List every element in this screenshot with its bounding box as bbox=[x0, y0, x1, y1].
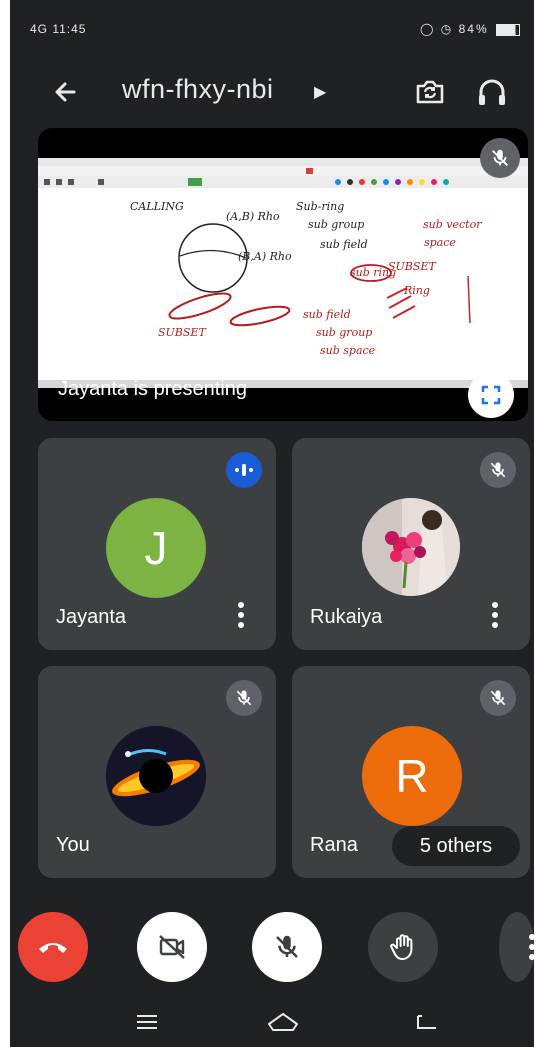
slide-word: (B,A) Rho bbox=[238, 250, 292, 263]
status-bar: 4G 11:45 ◯ ◷ 84% bbox=[10, 0, 534, 56]
home-button[interactable] bbox=[266, 1010, 300, 1034]
presentation-tile[interactable]: CALLING (A,B) Rho (B,A) Rho Sub-ring sub… bbox=[38, 128, 528, 421]
participant-name: Rana bbox=[310, 834, 358, 856]
slide-word: SUBSET bbox=[388, 260, 437, 273]
slide-word: sub field bbox=[303, 308, 351, 321]
hang-up-icon bbox=[39, 943, 67, 953]
raise-hand-button[interactable] bbox=[368, 912, 438, 982]
mic-off-icon bbox=[236, 690, 252, 706]
participant-tile[interactable]: Rukaiya bbox=[292, 438, 530, 650]
presenting-label: Jayanta is presenting bbox=[58, 378, 248, 400]
slide-word: sub group bbox=[316, 326, 372, 339]
switch-camera-button[interactable] bbox=[410, 72, 450, 112]
slide-word: Sub-ring bbox=[296, 200, 344, 213]
switch-camera-icon bbox=[416, 80, 444, 104]
end-call-button[interactable] bbox=[10, 912, 96, 982]
speaking-indicator bbox=[226, 452, 262, 488]
participant-menu-button[interactable] bbox=[492, 602, 498, 630]
participant-name: Rukaiya bbox=[310, 606, 383, 628]
system-nav-bar bbox=[10, 1000, 534, 1047]
slide-word: sub space bbox=[320, 344, 376, 357]
meeting-code[interactable]: wfn-fhxy-nbi bbox=[122, 74, 274, 105]
battery-level: 84% bbox=[458, 22, 489, 36]
headset-status-icon: ◯ bbox=[420, 22, 436, 36]
avatar: R bbox=[362, 726, 462, 826]
muted-badge bbox=[226, 680, 262, 716]
participant-menu-button[interactable] bbox=[238, 602, 244, 630]
more-vert-icon bbox=[529, 934, 534, 960]
slide-word: (A,B) Rho bbox=[226, 210, 280, 223]
whiteboard-drawing: CALLING (A,B) Rho (B,A) Rho Sub-ring sub… bbox=[38, 158, 528, 388]
recent-apps-button[interactable] bbox=[136, 1014, 158, 1030]
mic-off-icon bbox=[490, 462, 506, 478]
flowers-photo-icon bbox=[362, 498, 460, 596]
meeting-header: wfn-fhxy-nbi ▶ bbox=[10, 62, 534, 118]
arrow-left-icon bbox=[55, 82, 76, 102]
slide-word: Ring bbox=[403, 284, 430, 297]
mic-off-icon bbox=[492, 149, 508, 166]
slide-word: sub group bbox=[308, 218, 364, 231]
camera-off-icon bbox=[159, 935, 185, 959]
slide-word: CALLING bbox=[130, 200, 184, 213]
muted-badge bbox=[480, 452, 516, 488]
headphones-icon bbox=[479, 79, 505, 105]
back-button[interactable] bbox=[46, 72, 86, 112]
others-count-button[interactable]: 5 others bbox=[392, 826, 520, 866]
menu-icon bbox=[137, 1015, 157, 1029]
status-left: 4G 11:45 bbox=[30, 22, 87, 36]
fullscreen-button[interactable] bbox=[468, 372, 514, 418]
participant-tile[interactable]: J Jayanta bbox=[38, 438, 276, 650]
battery-icon bbox=[496, 23, 520, 36]
black-hole-icon bbox=[106, 726, 206, 826]
audio-output-button[interactable] bbox=[472, 72, 512, 112]
hand-icon bbox=[390, 934, 413, 960]
participant-name: You bbox=[56, 834, 90, 856]
status-right: ◯ ◷ 84% bbox=[420, 22, 520, 36]
home-icon bbox=[268, 1013, 298, 1031]
presenter-muted-badge bbox=[480, 138, 520, 178]
nav-back-button[interactable] bbox=[414, 1012, 438, 1032]
audio-wave-icon bbox=[235, 464, 253, 476]
more-options-button[interactable] bbox=[482, 912, 534, 982]
muted-badge bbox=[480, 680, 516, 716]
return-icon bbox=[417, 1015, 436, 1029]
camera-toggle-button[interactable] bbox=[137, 912, 207, 982]
participant-tile[interactable]: R Rana 5 others bbox=[292, 666, 530, 878]
fullscreen-icon bbox=[481, 385, 501, 405]
slide-word: SUBSET bbox=[158, 326, 207, 339]
participant-tile[interactable]: You bbox=[38, 666, 276, 878]
mic-off-icon bbox=[490, 690, 506, 706]
alarm-icon: ◷ bbox=[440, 22, 454, 36]
avatar-photo bbox=[106, 726, 206, 826]
avatar: J bbox=[106, 498, 206, 598]
caret-right-icon[interactable]: ▶ bbox=[314, 82, 326, 102]
slide-word: sub field bbox=[320, 238, 368, 251]
shared-screen: CALLING (A,B) Rho (B,A) Rho Sub-ring sub… bbox=[38, 158, 528, 388]
slide-word: space bbox=[424, 236, 456, 249]
mic-off-icon bbox=[276, 935, 298, 958]
avatar-photo bbox=[362, 498, 460, 596]
mic-toggle-button[interactable] bbox=[252, 912, 322, 982]
slide-word: sub vector bbox=[423, 218, 482, 231]
meet-screen: 4G 11:45 ◯ ◷ 84% wfn-fhxy-nbi ▶ CALLING … bbox=[10, 0, 534, 1047]
participant-name: Jayanta bbox=[56, 606, 127, 628]
